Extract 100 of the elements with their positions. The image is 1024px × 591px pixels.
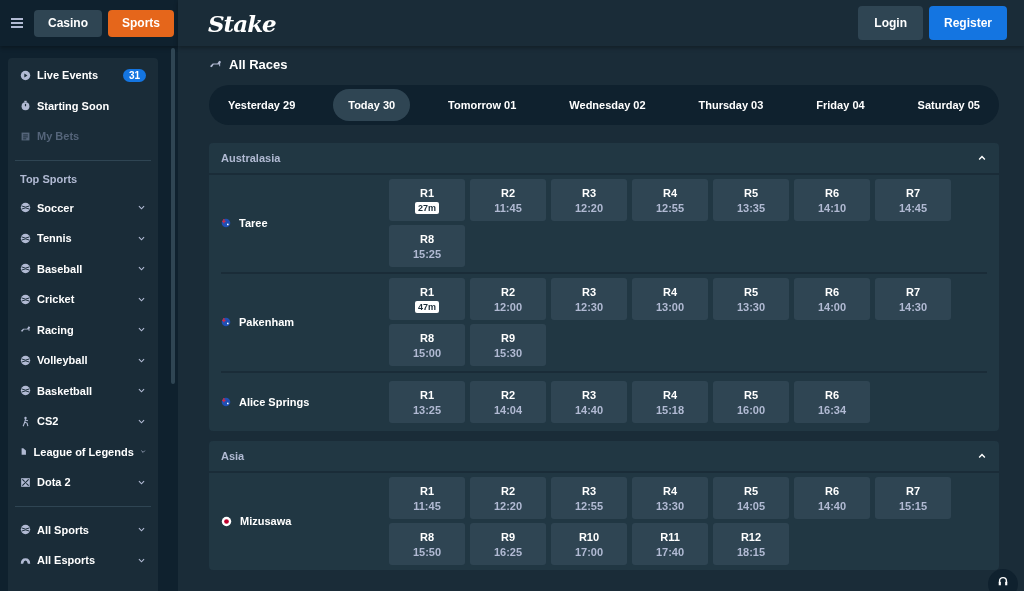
play-icon	[20, 69, 31, 81]
day-tab[interactable]: Wednesday 02	[554, 89, 661, 121]
scrollbar[interactable]	[171, 48, 175, 384]
race-number: R4	[662, 388, 678, 401]
ball-icon	[20, 385, 31, 397]
sidebar-item[interactable]: All Sports	[8, 514, 158, 545]
race-card[interactable]: R4 13:00	[632, 278, 708, 320]
race-card[interactable]: R3 12:55	[551, 477, 627, 519]
stopwatch-icon	[20, 100, 31, 112]
race-card[interactable]: R1 47m	[389, 278, 465, 320]
chevron-down-icon	[137, 203, 146, 213]
sidebar-item[interactable]: Volleyball	[8, 345, 158, 376]
nav-tab[interactable]: Casino	[34, 9, 102, 37]
race-number: R3	[581, 485, 597, 497]
race-card[interactable]: R5 13:30	[713, 278, 789, 320]
ball-icon	[20, 202, 31, 214]
login-button[interactable]: Login	[858, 6, 923, 40]
race-card[interactable]: R8 15:25	[389, 225, 465, 267]
race-time: 11:45	[413, 500, 441, 512]
race-card[interactable]: R5 13:35	[713, 179, 789, 221]
menu-icon[interactable]	[10, 16, 24, 30]
race-number: R8	[419, 531, 435, 543]
race-number: R2	[500, 485, 516, 497]
race-time: 12:00	[493, 301, 523, 313]
venue-name[interactable]: Alice Springs	[239, 395, 310, 408]
race-card[interactable]: R6 14:10	[794, 179, 870, 221]
race-card[interactable]: R6 14:40	[794, 477, 870, 519]
venue-name[interactable]: Taree	[239, 217, 268, 229]
race-card[interactable]: R7 14:45	[875, 179, 951, 221]
sidebar-item[interactable]: Tennis	[8, 223, 158, 254]
race-number: R2	[500, 388, 516, 401]
day-tab[interactable]: Today 30	[333, 89, 411, 121]
day-tab[interactable]: Tomorrow 01	[433, 89, 532, 121]
site-logo[interactable]: Stake	[208, 9, 276, 37]
sidebar-item[interactable]: Basketball	[8, 375, 158, 406]
race-number: R11	[660, 531, 680, 543]
race-number: R1	[419, 485, 435, 497]
day-tab[interactable]: Yesterday 29	[213, 89, 311, 121]
race-card[interactable]: R10 17:00	[551, 523, 627, 565]
sidebar-item[interactable]: League of Legends	[8, 436, 158, 467]
race-number: R8	[419, 233, 435, 245]
race-card[interactable]: R9 15:30	[470, 324, 546, 366]
chevron-down-icon	[137, 386, 146, 396]
race-number: R3	[581, 388, 597, 401]
sidebar-item[interactable]: Live Events 31	[8, 60, 158, 91]
sidebar-item[interactable]: Racing	[8, 314, 158, 345]
sidebar-item[interactable]: Dota 2	[8, 467, 158, 498]
race-card[interactable]: R8 15:00	[389, 324, 465, 366]
day-tab[interactable]: Friday 04	[801, 89, 880, 121]
race-card[interactable]: R6 16:34	[794, 380, 870, 423]
region-header[interactable]: Australasia	[209, 143, 999, 175]
support-button[interactable]	[988, 569, 1018, 591]
race-card[interactable]: R2 11:45	[470, 179, 546, 221]
race-card[interactable]: R5 16:00	[713, 380, 789, 423]
race-card[interactable]: R3 14:40	[551, 380, 627, 423]
sidebar-item[interactable]: All Esports	[8, 545, 158, 576]
race-card[interactable]: R2 14:04	[470, 380, 546, 423]
day-tab[interactable]: Thursday 03	[683, 89, 779, 121]
race-card[interactable]: R1 11:45	[389, 477, 465, 519]
race-card[interactable]: R11 17:40	[632, 523, 708, 565]
race-card[interactable]: R4 12:55	[632, 179, 708, 221]
race-card[interactable]: R1 27m	[389, 179, 465, 221]
race-card[interactable]: R9 16:25	[470, 523, 546, 565]
day-tab[interactable]: Saturday 05	[902, 89, 995, 121]
venue-name[interactable]: Mizusawa	[240, 515, 292, 527]
race-time: 13:00	[655, 301, 685, 313]
race-card[interactable]: R6 14:00	[794, 278, 870, 320]
race-number: R4	[662, 187, 678, 199]
race-time: 15:00	[412, 347, 442, 359]
race-time: 16:00	[736, 403, 766, 416]
race-number: R2	[500, 187, 516, 199]
register-button[interactable]: Register	[928, 6, 1007, 40]
race-card[interactable]: R12 18:15	[713, 523, 789, 565]
region-header[interactable]: Asia	[209, 441, 999, 473]
race-card[interactable]: R2 12:00	[470, 278, 546, 320]
race-card[interactable]: R7 15:15	[875, 477, 951, 519]
sidebar-item[interactable]: Soccer	[8, 192, 158, 223]
ball-icon	[20, 263, 31, 275]
venue-name[interactable]: Pakenham	[239, 316, 295, 328]
race-time: 15:50	[412, 546, 442, 558]
ball-icon	[20, 354, 31, 366]
race-card[interactable]: R1 13:25	[389, 380, 465, 423]
race-card[interactable]: R4 13:30	[632, 477, 708, 519]
race-card[interactable]: R5 14:05	[713, 477, 789, 519]
race-time: 12:20	[493, 500, 523, 512]
sidebar-item[interactable]: CS2	[8, 406, 158, 437]
page-title: All Races	[229, 56, 288, 72]
section-title: Top Sports	[19, 171, 79, 187]
sidebar-item[interactable]: Cricket	[8, 284, 158, 315]
sidebar-item[interactable]: Baseball	[8, 253, 158, 284]
race-card[interactable]: R3 12:20	[551, 179, 627, 221]
race-card[interactable]: R4 15:18	[632, 380, 708, 423]
race-card[interactable]: R7 14:30	[875, 278, 951, 320]
race-card[interactable]: R2 12:20	[470, 477, 546, 519]
race-card[interactable]: R8 15:50	[389, 523, 465, 565]
race-card[interactable]: R3 12:30	[551, 278, 627, 320]
race-time: 17:40	[655, 546, 685, 558]
sidebar-item[interactable]: Starting Soon	[8, 90, 158, 121]
ball-icon	[20, 524, 31, 536]
race-time: 14:05	[736, 500, 766, 512]
